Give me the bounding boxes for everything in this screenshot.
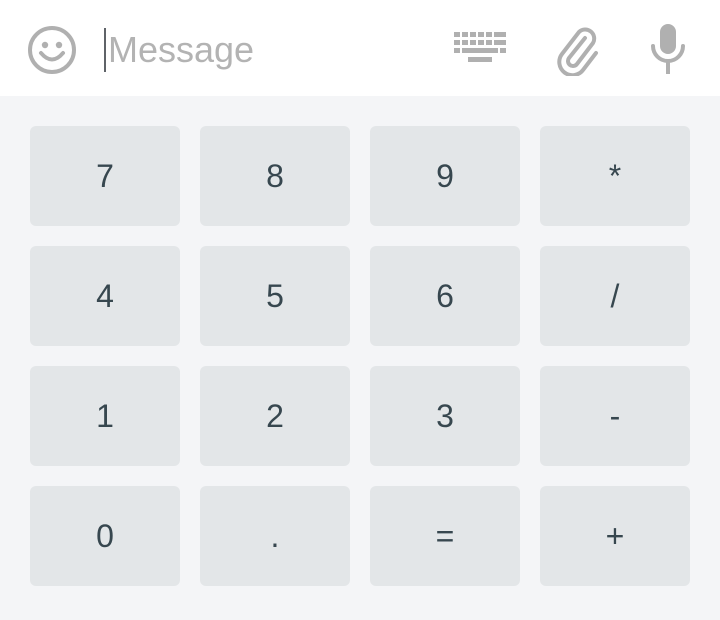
numeric-keypad: 7 8 9 * 4 5 6 / 1 2 3 - 0 . = + <box>0 96 720 620</box>
key-0[interactable]: 0 <box>30 486 180 586</box>
key-equals[interactable]: = <box>370 486 520 586</box>
key-7[interactable]: 7 <box>30 126 180 226</box>
key-plus[interactable]: + <box>540 486 690 586</box>
keyboard-icon[interactable] <box>454 30 506 64</box>
message-input[interactable] <box>108 22 428 78</box>
microphone-icon[interactable] <box>648 22 688 76</box>
key-3[interactable]: 3 <box>370 366 520 466</box>
paperclip-icon[interactable] <box>552 24 602 76</box>
key-9[interactable]: 9 <box>370 126 520 226</box>
key-2[interactable]: 2 <box>200 366 350 466</box>
key-decimal-point[interactable]: . <box>200 486 350 586</box>
key-divide[interactable]: / <box>540 246 690 346</box>
key-4[interactable]: 4 <box>30 246 180 346</box>
smiley-face-icon[interactable] <box>26 24 78 76</box>
message-bar <box>0 0 720 96</box>
key-8[interactable]: 8 <box>200 126 350 226</box>
text-cursor <box>104 28 106 72</box>
key-minus[interactable]: - <box>540 366 690 466</box>
key-1[interactable]: 1 <box>30 366 180 466</box>
key-multiply[interactable]: * <box>540 126 690 226</box>
key-6[interactable]: 6 <box>370 246 520 346</box>
key-5[interactable]: 5 <box>200 246 350 346</box>
